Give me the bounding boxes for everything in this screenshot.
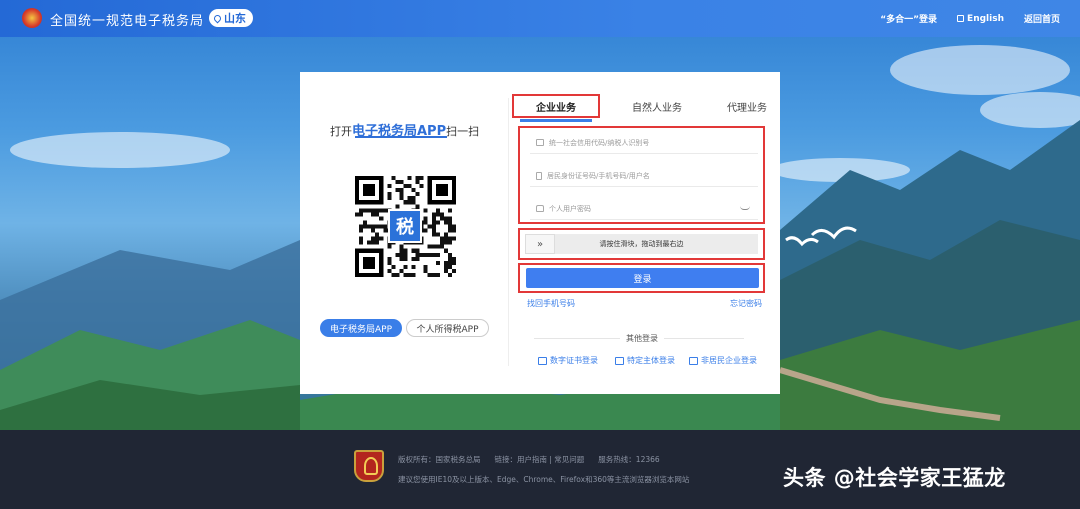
footer-info-row: 版权所有：国家税务总局 链接：用户指南 | 常见问题 服务热线：12366 [398, 454, 660, 465]
cert-login-link[interactable]: 数字证书登录 [538, 355, 598, 366]
english-link[interactable]: English [957, 12, 1004, 25]
login-button-group: 登录 [518, 263, 765, 293]
password-field[interactable]: 个人用户密码 [530, 198, 758, 220]
multi-login-link[interactable]: “多合一”登录 [880, 12, 937, 25]
special-entity-login-label: 特定主体登录 [627, 356, 675, 365]
qr-title-underline [355, 136, 447, 138]
tab-enterprise[interactable]: 企业业务 [512, 94, 600, 122]
site-title: 全国统一规范电子税务局 [50, 14, 205, 29]
login-tabs: 企业业务 自然人业务 代理业务 [512, 94, 770, 122]
show-password-icon[interactable] [740, 206, 750, 210]
tab-individual[interactable]: 自然人业务 [617, 94, 697, 118]
credit-code-field[interactable]: 统一社会信用代码/纳税人识别号 [530, 132, 758, 154]
region-selector[interactable]: 山东 [209, 9, 253, 27]
qr-title-prefix: 打开 [330, 125, 352, 138]
building-icon [689, 356, 698, 365]
login-card: 打开电子税务局APP扫一扫 税 电子税务局APP 个人所得税APP 企业业务 自… [300, 72, 780, 394]
slider-hint: 请按住滑块，拖动到最右边 [599, 240, 684, 248]
recover-phone-link[interactable]: 找回手机号码 [527, 298, 575, 309]
certificate-icon [538, 356, 547, 365]
account-field[interactable]: 居民身份证号码/手机号码/用户名 [530, 165, 758, 187]
account-placeholder: 居民身份证号码/手机号码/用户名 [547, 171, 650, 180]
forgot-password-link[interactable]: 忘记密码 [730, 298, 762, 309]
password-placeholder: 个人用户密码 [549, 204, 591, 213]
login-fields-group: 统一社会信用代码/纳税人识别号 居民身份证号码/手机号码/用户名 个人用户密码 [518, 126, 765, 224]
browser-recommendation: 建议您使用IE10及以上版本、Edge、Chrome、Firefox和360等主… [398, 475, 690, 484]
lock-icon [536, 205, 544, 212]
location-pin-icon [212, 13, 223, 23]
id-card-icon [536, 139, 544, 146]
top-header: 全国统一规范电子税务局 山东 “多合一”登录 English 返回首页 [0, 0, 1080, 37]
tax-badge-icon [354, 450, 384, 482]
cert-login-label: 数字证书登录 [550, 356, 598, 365]
tax-app-logo: 税 [388, 209, 422, 243]
tab-agent[interactable]: 代理业务 [707, 94, 787, 118]
tax-emblem-icon [22, 8, 42, 28]
copyright-text: 版权所有：国家税务总局 [398, 455, 481, 464]
phone-icon [536, 171, 542, 180]
entity-icon [615, 356, 624, 365]
credit-code-placeholder: 统一社会信用代码/纳税人识别号 [549, 138, 650, 147]
other-login-label: 其他登录 [620, 333, 664, 344]
iit-app-button[interactable]: 个人所得税APP [406, 319, 489, 337]
home-link[interactable]: 返回首页 [1024, 12, 1060, 25]
slider-knob[interactable]: » [525, 234, 555, 254]
qr-title-suffix: 扫一扫 [446, 125, 480, 138]
tax-app-button[interactable]: 电子税务局APP [320, 319, 402, 337]
region-label: 山东 [224, 12, 246, 25]
slider-captcha-group: » 请按住滑块，拖动到最右边 [518, 228, 765, 260]
nonresident-login-link[interactable]: 非居民企业登录 [689, 355, 757, 366]
nonresident-login-label: 非居民企业登录 [701, 356, 757, 365]
footer-links[interactable]: 链接：用户指南 | 常见问题 [495, 454, 585, 465]
header-links: “多合一”登录 English 返回首页 [880, 12, 1060, 26]
globe-icon [957, 15, 965, 22]
special-entity-login-link[interactable]: 特定主体登录 [615, 355, 675, 366]
english-label: English [967, 13, 1004, 24]
hotline-text: 服务热线：12366 [598, 455, 660, 464]
watermark-text: 头条 @社会学家王猛龙 [783, 466, 1006, 490]
login-button[interactable]: 登录 [526, 268, 759, 288]
slider-captcha: » 请按住滑块，拖动到最右边 [525, 234, 758, 254]
card-divider [508, 98, 509, 366]
